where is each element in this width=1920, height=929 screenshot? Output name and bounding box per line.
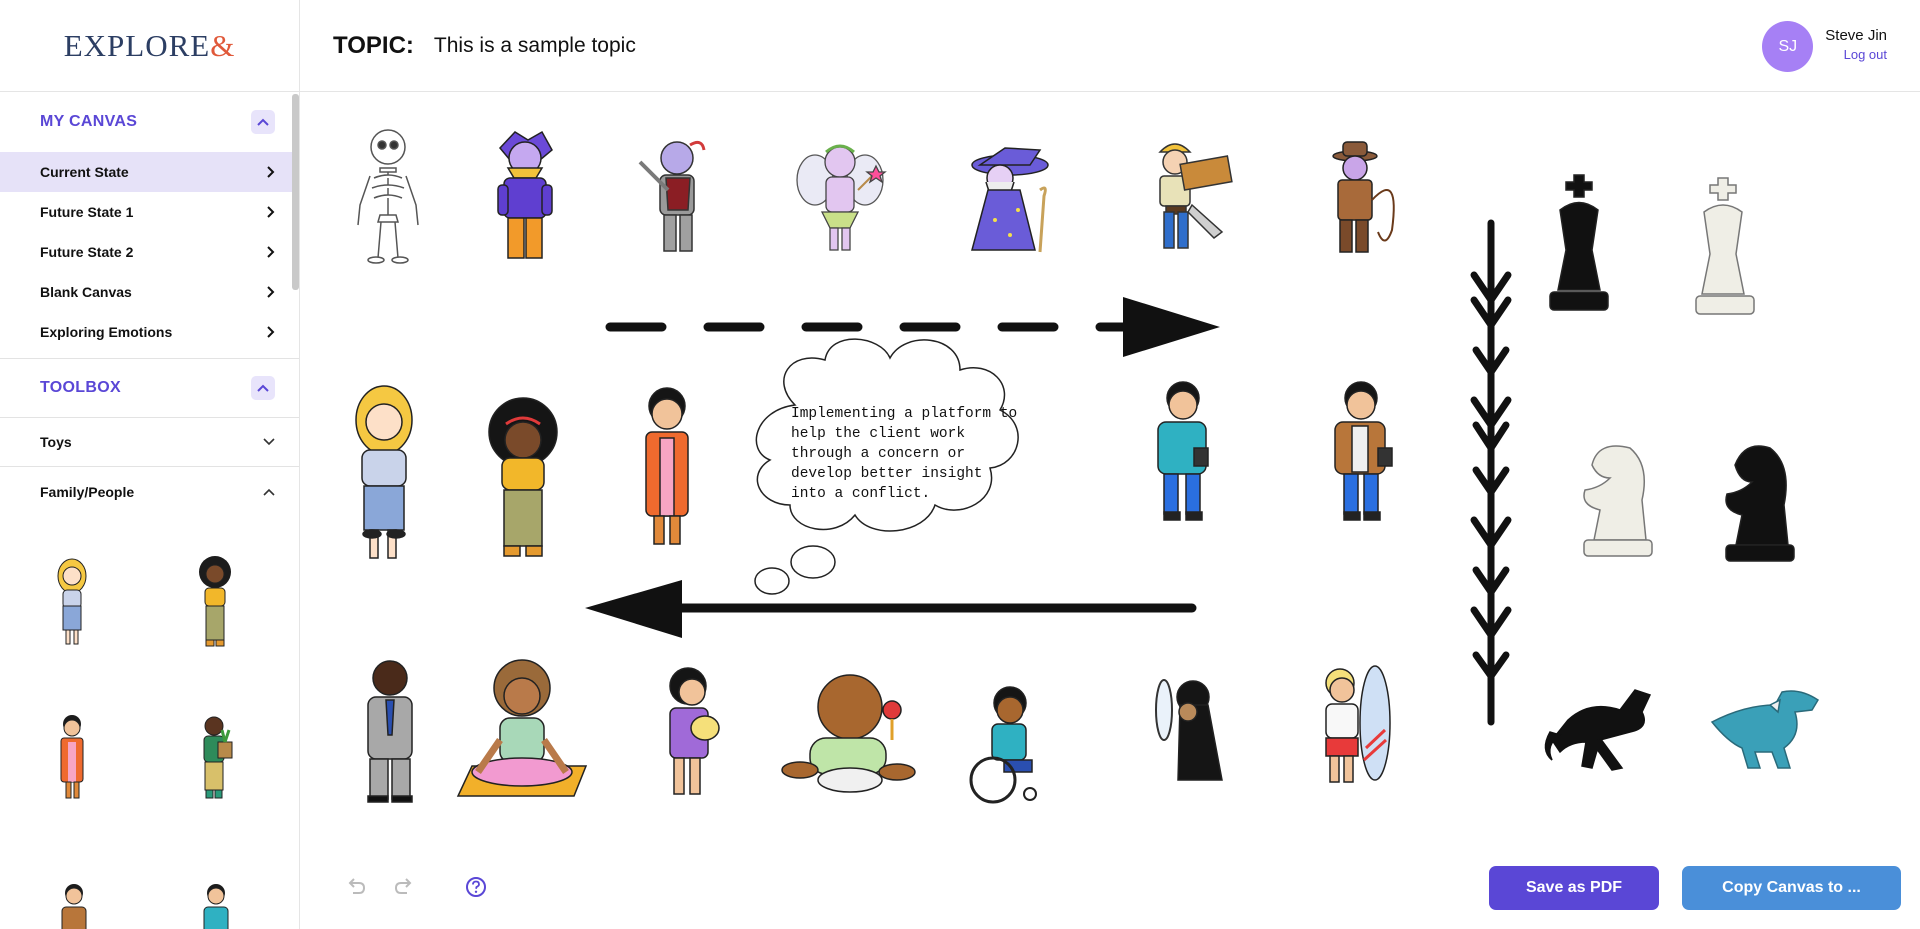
category-label: Family/People (40, 483, 135, 500)
undo-icon[interactable] (345, 875, 367, 897)
thought-bubble-text[interactable]: Implementing a platform to help the clie… (791, 404, 1021, 504)
blonde-girl-thumbnail[interactable] (52, 556, 92, 650)
sidebar-scroll-area: MY CANVAS Current State Future State 1 F… (0, 92, 299, 929)
logo[interactable]: EXPLORE& (64, 28, 236, 64)
logo-ampersand: & (210, 27, 236, 63)
orange-dress-girl-figure[interactable] (645, 387, 689, 545)
chevron-right-icon (267, 206, 275, 218)
white-king-chess-piece[interactable] (1695, 177, 1755, 315)
dinosaur-figure[interactable] (1710, 690, 1820, 769)
boy-teal-shirt-thumbnail[interactable] (196, 881, 236, 929)
boy-with-plant-thumbnail[interactable] (196, 712, 240, 804)
family-people-thumbnails (0, 516, 299, 929)
mother-with-baby-figure[interactable] (669, 667, 720, 795)
curly-hair-girl-figure[interactable] (488, 397, 558, 557)
curly-hair-girl-thumbnail[interactable] (192, 554, 238, 650)
black-horse-figure[interactable] (1544, 689, 1652, 771)
redo-icon[interactable] (393, 875, 415, 897)
boy-brown-jacket-thumbnail[interactable] (54, 881, 94, 929)
orange-dress-girl-thumbnail[interactable] (52, 712, 92, 804)
vertical-conflict-line[interactable] (1470, 219, 1512, 726)
chevron-up-icon (263, 488, 275, 496)
my-canvas-title: MY CANVAS (40, 113, 138, 130)
boy-teal-shirt-figure[interactable] (1157, 381, 1209, 521)
canvas-item-label: Blank Canvas (40, 284, 132, 300)
chevron-right-icon (267, 246, 275, 258)
canvas-item-future-state-1[interactable]: Future State 1 (0, 192, 299, 232)
skeleton-figure[interactable] (357, 129, 419, 264)
chevron-right-icon (267, 326, 275, 338)
chevron-right-icon (267, 286, 275, 298)
builder-figure[interactable] (1158, 143, 1233, 249)
chevron-up-icon (257, 118, 269, 126)
canvas-item-exploring-emotions[interactable]: Exploring Emotions (0, 312, 299, 352)
logout-link[interactable]: Log out (1825, 47, 1887, 62)
canvas-item-future-state-2[interactable]: Future State 2 (0, 232, 299, 272)
logo-area: EXPLORE& (0, 0, 299, 92)
canvas-item-label: Future State 2 (40, 244, 134, 260)
canvas-item-label: Current State (40, 164, 129, 180)
chevron-down-icon (263, 438, 275, 446)
yoga-woman-figure[interactable] (456, 659, 588, 797)
toolbox-title: TOOLBOX (40, 379, 121, 396)
help-icon[interactable] (465, 876, 487, 898)
toolbox-category-family-people[interactable]: Family/People (0, 467, 299, 516)
fairy-figure[interactable] (796, 144, 887, 251)
wheelchair-girl-figure[interactable] (969, 686, 1037, 804)
canvas-area[interactable] (300, 93, 1920, 929)
black-king-chess-piece[interactable] (1549, 174, 1609, 311)
chevron-up-icon (257, 384, 269, 392)
boy-brown-jacket-figure[interactable] (1334, 381, 1393, 521)
explorer-figure[interactable] (1332, 141, 1395, 253)
black-knight-chess-piece[interactable] (1725, 445, 1795, 562)
category-label: Toys (40, 434, 72, 450)
toolbox-section-header[interactable]: TOOLBOX (0, 359, 299, 417)
header: TOPIC: This is a sample topic SJ Steve J… (300, 0, 1920, 92)
save-as-pdf-button[interactable]: Save as PDF (1489, 866, 1659, 910)
sidebar-scrollbar[interactable] (292, 94, 299, 290)
my-canvas-collapse-button[interactable] (251, 110, 275, 134)
chevron-right-icon (267, 166, 275, 178)
toolbox-collapse-button[interactable] (251, 376, 275, 400)
canvas-item-label: Future State 1 (40, 204, 134, 220)
woman-at-mirror-figure[interactable] (1155, 679, 1223, 781)
canvas-item-current-state[interactable]: Current State (0, 152, 299, 192)
canvas-item-label: Exploring Emotions (40, 324, 173, 340)
topic-value[interactable]: This is a sample topic (434, 34, 636, 58)
jester-figure[interactable] (497, 130, 553, 259)
my-canvas-section-header[interactable]: MY CANVAS (0, 92, 299, 152)
canvas-item-blank-canvas[interactable]: Blank Canvas (0, 272, 299, 312)
knight-figure[interactable] (638, 140, 706, 252)
wizard-figure[interactable] (971, 147, 1049, 253)
user-menu: SJ Steve Jin Log out (1762, 21, 1887, 72)
surfer-boy-figure[interactable] (1325, 665, 1391, 783)
topic-label: TOPIC: (333, 31, 414, 59)
user-name: Steve Jin (1825, 27, 1887, 44)
blonde-girl-figure[interactable] (355, 385, 413, 559)
toolbox-category-toys[interactable]: Toys (0, 418, 299, 467)
sidebar: EXPLORE& MY CANVAS Current State Future … (0, 0, 300, 929)
baby-figure[interactable] (781, 674, 916, 793)
avatar[interactable]: SJ (1762, 21, 1814, 72)
white-knight-chess-piece[interactable] (1583, 445, 1653, 557)
copy-canvas-button[interactable]: Copy Canvas to ... (1682, 866, 1901, 910)
man-in-suit-figure[interactable] (367, 660, 413, 803)
solid-arrow-left[interactable] (585, 580, 1197, 638)
logo-text: EXPLORE (63, 27, 211, 63)
user-info: Steve Jin Log out (1825, 27, 1887, 62)
